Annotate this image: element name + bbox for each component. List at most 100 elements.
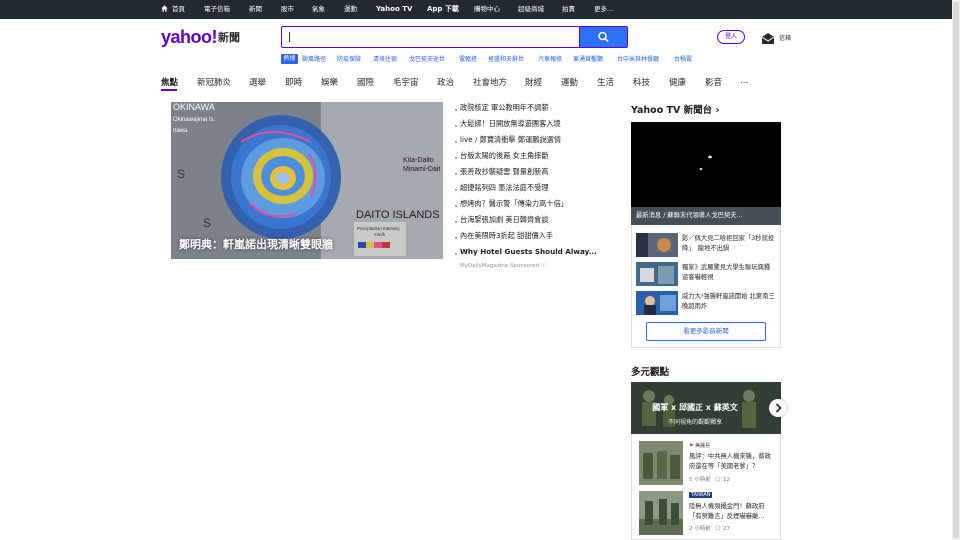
top-nav-mail[interactable]: 電子信箱	[204, 0, 230, 19]
logo-section: 新聞	[218, 31, 241, 44]
tv-item-title[interactable]: 影／佩大見二哈拒回家「3秒就投降」 龍地不出鍋	[682, 234, 777, 254]
sponsored-headline[interactable]: Why Hotel Guests Should Alway...	[460, 247, 597, 256]
opinions-banner-title: 國軍 x 邱國正 x 蘇英文	[652, 403, 738, 412]
comment-icon[interactable]: 🗨	[714, 477, 721, 483]
opinion-title[interactable]: 陸無人機頻擾金門！蘇政府「有努難言」反煙嚇嚇離...	[689, 502, 775, 522]
hero-caption[interactable]: 鄭明典：軒嵐諾出現清晰雙眼牆	[179, 236, 333, 252]
tv-thumbnail-image	[636, 233, 678, 257]
tv-thumbnail[interactable]	[636, 233, 678, 257]
trending-item[interactable]: 電豬塔	[459, 54, 477, 65]
trending-tag: 熱搜	[281, 54, 298, 64]
comment-icon[interactable]: 🗨	[714, 526, 721, 532]
top-nav-more[interactable]: 更多...	[594, 0, 613, 19]
yahoo-news-logo[interactable]: yahoo!新聞	[161, 27, 240, 49]
top-nav-weather[interactable]: 氣象	[312, 0, 325, 19]
headline-link[interactable]: 超捷銘列四 墨法法庭不受理	[460, 183, 549, 193]
tab-pets[interactable]: 毛宇宙	[393, 76, 419, 88]
tab-focus[interactable]: 焦點	[161, 76, 178, 88]
yahoo-tv-title: Yahoo TV 新聞台	[631, 105, 713, 116]
ad-info-icon[interactable]: ⓘ	[541, 263, 547, 269]
headline-link[interactable]: 大鬆綁！日開放無導遊團客入境	[460, 119, 561, 129]
search-input[interactable]	[282, 27, 582, 47]
more-video-news-button[interactable]: 看更多影音新聞	[646, 322, 766, 341]
trending-item[interactable]: 搖盛和夫辭世	[488, 54, 524, 65]
tab-society[interactable]: 社會地方	[473, 76, 507, 88]
search-button[interactable]	[579, 27, 627, 47]
opinion-thumbnail[interactable]	[639, 441, 683, 485]
headline-link[interactable]: 台版太陽的後裔 女主角摔斷	[460, 151, 549, 161]
tab-tech[interactable]: 科技	[633, 76, 650, 88]
top-nav-news[interactable]: 新聞	[249, 0, 262, 19]
tv-latest-ticker[interactable]: 最新消息 / 蘇聯末代領導人戈巴契夫...	[631, 207, 781, 225]
trending-item[interactable]: 颱風路徑	[302, 54, 326, 65]
headline-link[interactable]: 台海緊張加劇 美日韓齊會談	[460, 215, 549, 225]
logo-brand: yahoo!	[161, 27, 218, 47]
map-label: DAITO ISLANDS	[356, 209, 440, 221]
tab-health[interactable]: 健康	[669, 76, 686, 88]
hero-story[interactable]: OKINAWA Okinawajima Is. nawa Kita-Daito …	[171, 102, 443, 259]
mail-button[interactable]	[761, 30, 775, 49]
trending-item[interactable]: 清境住宿	[373, 54, 397, 65]
trending-item[interactable]: 台積電	[674, 54, 692, 65]
map-label: S	[177, 167, 185, 181]
tab-international[interactable]: 國際	[357, 76, 374, 88]
tab-life[interactable]: 生活	[597, 76, 614, 88]
bullet	[455, 221, 457, 223]
trending-item[interactable]: 台中米其林餐廳	[617, 54, 659, 65]
yahoo-tv-heading[interactable]: Yahoo TV 新聞台 ›	[631, 102, 719, 116]
scrollbar-thumb[interactable]	[953, 2, 959, 538]
tab-election[interactable]: 選舉	[249, 76, 266, 88]
tv-item-title[interactable]: 威力大!強襲軒嵐諾開始 北東南三晚超雨炸	[682, 292, 777, 312]
top-nav-auction[interactable]: 拍賣	[562, 0, 575, 19]
trending-item[interactable]: 汽車報修	[538, 54, 562, 65]
opinion-thumbnail[interactable]	[639, 491, 683, 535]
carousel-next-button[interactable]	[769, 399, 787, 417]
mail-label[interactable]: 信箱	[779, 33, 791, 42]
headline-link[interactable]: live / 鄭寶清衝擊 鄭運鵬說選情	[460, 135, 561, 145]
tv-thumbnail[interactable]	[636, 291, 678, 315]
sponsor-source: MyDailyMagazine	[460, 263, 509, 269]
bullet	[455, 253, 457, 255]
opinion-source-name: TAIWAN	[689, 492, 713, 498]
top-nav-home[interactable]: 首頁	[161, 0, 185, 19]
top-nav-yahoo-tv[interactable]: Yahoo TV	[376, 0, 412, 19]
login-button[interactable]: 登入	[717, 30, 745, 44]
tab-finance[interactable]: 財經	[525, 76, 542, 88]
tv-video-player[interactable]	[631, 122, 781, 207]
tab-realtime[interactable]: 即時	[285, 76, 302, 88]
top-nav-stocks[interactable]: 股市	[281, 0, 294, 19]
headline-link[interactable]: 內在美限時3折起 甜甜價入手	[460, 231, 553, 241]
tv-thumbnail[interactable]	[636, 262, 678, 286]
tab-covid[interactable]: 新冠肺炎	[197, 76, 231, 88]
map-label: nawa	[173, 128, 188, 134]
top-nav-app[interactable]: App 下載	[427, 0, 459, 19]
home-icon	[161, 5, 168, 12]
opinions-banner-subtitle: 不同視角的觀觀獨享	[667, 419, 722, 426]
bullet	[455, 109, 457, 111]
trending-item[interactable]: 戈巴契夫逝世	[409, 54, 445, 65]
active-tab-indicator	[161, 89, 177, 91]
tab-sports[interactable]: 運動	[561, 76, 578, 88]
headline-link[interactable]: 張善政抄襲疑雲 聲量創新高	[460, 167, 549, 177]
tv-item-title[interactable]: 獨家》武羅驚見大學生聯玩興種 遊客嚇輕視	[682, 263, 777, 283]
trending-item[interactable]: 防疫保險	[337, 54, 361, 65]
trending-item[interactable]: 東湧賞鑿鵝	[573, 54, 603, 65]
headline-link[interactable]: 想烤肉？醫示警「傳染力高十倍」	[460, 199, 568, 209]
opinions-banner[interactable]: 國軍 x 邱國正 x 蘇英文 不同視角的觀觀獨享	[631, 382, 781, 434]
tab-politics[interactable]: 政治	[437, 76, 454, 88]
map-label: mm/h	[374, 232, 386, 237]
tab-entertainment[interactable]: 娛樂	[321, 76, 338, 88]
page-scrollbar[interactable]	[952, 0, 960, 540]
sponsor-label: Sponsored	[509, 263, 540, 269]
tab-more[interactable]: ...	[740, 76, 748, 86]
top-nav-mall[interactable]: 超級商城	[518, 0, 544, 19]
mail-icon	[761, 33, 775, 44]
opinion-title[interactable]: 風評：中共無人機來襲，蔡政府還在等「美國老爹」？	[689, 452, 775, 472]
top-nav-shopping[interactable]: 購物中心	[474, 0, 500, 19]
headline-link[interactable]: 政院核定 軍公教明年不調薪	[460, 103, 549, 113]
opinion-source: ⚑ 美麗島	[689, 442, 710, 449]
top-nav-sports[interactable]: 運動	[344, 0, 357, 19]
sponsor-line: MyDailyMagazine Sponsored ⓘ	[460, 261, 546, 269]
tab-video[interactable]: 影音	[705, 76, 722, 88]
map-label: Minami-Dait	[403, 166, 440, 173]
